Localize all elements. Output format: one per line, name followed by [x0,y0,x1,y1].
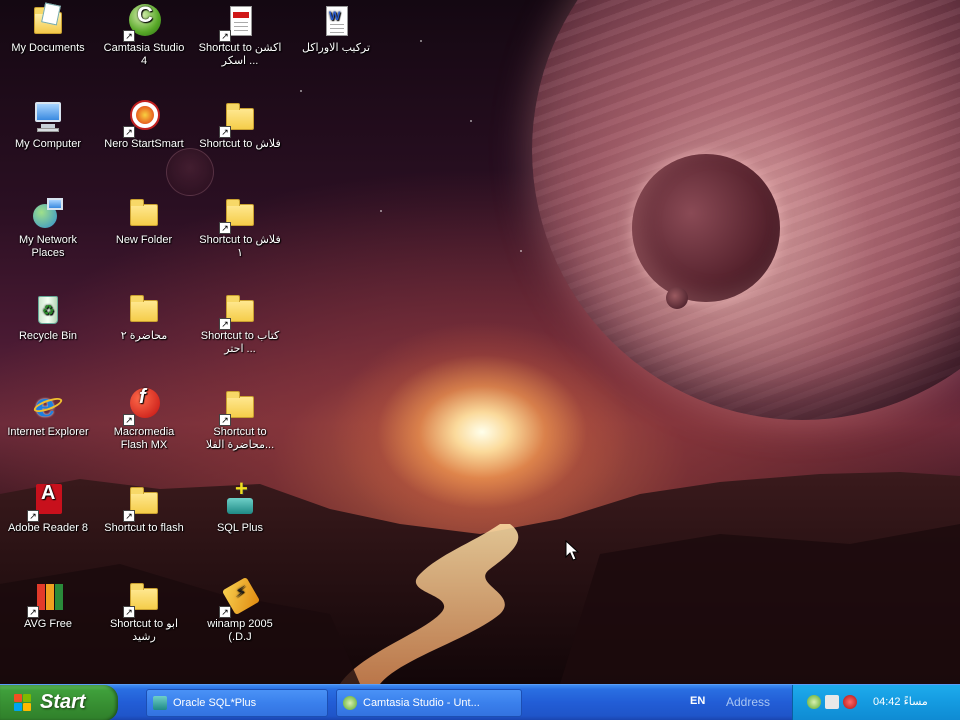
desktop-icon-lecture-2[interactable]: محاضرة ٢ [98,292,190,343]
desktop-icon-word-document[interactable]: W تركيب الاوراكل [290,4,382,55]
desktop-icon-winamp[interactable]: ⚡ ↗ winamp 2005 (.D.J [194,576,286,644]
desktop-icon-shortcut-flash-ar[interactable]: ↗ Shortcut to فلاش [194,100,286,151]
clock[interactable]: 04:42 مساءً [873,695,928,708]
wallpaper-moon [632,154,780,302]
icon-label: winamp 2005 (.D.J [207,618,273,643]
icon-label: AVG Free [23,618,73,630]
icon-label: Camtasia Studio 4 [103,42,185,67]
mouse-cursor-icon [565,540,580,561]
camtasia-icon: C ↗ [123,4,161,42]
icon-label: Recycle Bin [18,330,78,342]
icon-label: Shortcut to ابو رشيد [109,618,179,643]
network-tray-icon[interactable] [825,695,839,709]
icon-label: Internet Explorer [7,426,89,438]
desktop-icon-shortcut-abu-rashid[interactable]: ↗ Shortcut to ابو رشيد [98,580,190,644]
icon-label: Shortcut to محاضرة الفلا... [205,426,275,451]
antivirus-tray-icon[interactable] [843,695,857,709]
wallpaper-faint-planet [166,148,214,196]
desktop-icon-adobe-reader[interactable]: A ↗ Adobe Reader 8 [2,483,94,535]
desktop-icon-my-documents[interactable]: My Documents [2,2,94,55]
desktop-icon-shortcut-lecture[interactable]: ↗ Shortcut to محاضرة الفلا... [194,388,286,452]
desktop-icon-shortcut-to-flash[interactable]: ↗ Shortcut to flash [98,484,190,535]
desktop-icon-camtasia-studio[interactable]: C ↗ Camtasia Studio 4 [98,4,190,68]
internet-explorer-icon: e [31,388,65,422]
taskbar-button-camtasia[interactable]: Camtasia Studio - Unt... [336,689,522,717]
system-tray: 04:42 مساءً [792,685,960,720]
desktop-icon-my-computer[interactable]: My Computer [2,100,94,151]
desktop-icon-internet-explorer[interactable]: e Internet Explorer [2,388,94,439]
network-icon [31,196,65,230]
camtasia-icon [343,696,357,710]
icon-label: Shortcut to كتاب احتر ... [200,330,280,355]
icon-label: Shortcut to فلاش ١ [199,234,281,259]
desktop-icon-new-folder[interactable]: New Folder [98,196,190,247]
desktop-icon-shortcut-book[interactable]: ↗ Shortcut to كتاب احتر ... [194,292,286,356]
icon-label: Shortcut to اكشن اسكر ... [198,42,282,67]
icon-label: Shortcut to فلاش [199,138,281,150]
wallpaper-star [470,120,472,122]
recycle-bin-icon: ♻ [31,292,65,326]
address-toolbar-label[interactable]: Address [726,695,770,709]
adobe-reader-icon: A ↗ [27,483,65,522]
icon-label: New Folder [115,234,173,246]
folder-shortcut-icon: ↗ [123,580,161,618]
my-documents-icon [31,2,65,38]
desktop-icon-avg-free[interactable]: ↗ AVG Free [2,580,94,631]
language-indicator[interactable]: EN [690,695,705,707]
taskbar: Start Oracle SQL*Plus Camtasia Studio - … [0,684,960,720]
wallpaper-star [300,90,302,92]
desktop-icon-sql-plus[interactable]: + SQL Plus [194,478,286,535]
nero-icon: ↗ [123,100,161,138]
start-button[interactable]: Start [0,685,118,720]
desktop-icon-recycle-bin[interactable]: ♻ Recycle Bin [2,292,94,343]
icon-label: Macromedia Flash MX [113,426,175,451]
folder-shortcut-icon: ↗ [123,484,161,522]
task-label: Camtasia Studio - Unt... [363,697,480,709]
desktop-icon-shortcut-flash-1[interactable]: ↗ Shortcut to فلاش ١ [194,196,286,260]
sql-plus-icon: + [223,478,257,518]
camtasia-tray-icon[interactable] [807,695,821,709]
folder-icon [127,196,161,230]
icon-label: My Network Places [18,234,78,259]
start-label: Start [40,691,86,713]
pdf-icon: ↗ [219,4,257,42]
taskbar-button-oracle-sqlplus[interactable]: Oracle SQL*Plus [146,689,328,717]
icon-label: My Documents [11,42,85,54]
desktop-icon-shortcut-pdf[interactable]: ↗ Shortcut to اكشن اسكر ... [194,4,286,68]
icon-label: Adobe Reader 8 [7,522,89,534]
desktop-icon-nero-startsmart[interactable]: ↗ Nero StartSmart [98,100,190,151]
wallpaper-small-moon [666,287,688,309]
task-label: Oracle SQL*Plus [173,697,257,709]
folder-shortcut-icon: ↗ [219,196,257,234]
icon-label: My Computer [14,138,82,150]
windows-logo-icon [14,694,32,712]
wallpaper-star [420,40,422,42]
icon-label: محاضرة ٢ [120,330,168,342]
winamp-icon: ⚡ ↗ [219,576,261,618]
flash-icon: f ↗ [123,387,161,426]
icon-label: تركيب الاوراكل [301,42,371,54]
sql-plus-icon [153,696,167,710]
desktop-icon-my-network-places[interactable]: My Network Places [2,196,94,260]
wallpaper-star [520,250,522,252]
icon-label: SQL Plus [216,522,264,534]
icon-label: Shortcut to flash [104,522,184,534]
folder-shortcut-icon: ↗ [219,100,257,138]
avg-icon: ↗ [27,580,65,618]
my-computer-icon [31,100,65,134]
desktop-icon-macromedia-flash[interactable]: f ↗ Macromedia Flash MX [98,387,190,452]
folder-shortcut-icon: ↗ [219,388,257,426]
folder-icon [127,292,161,326]
wallpaper-star [380,210,382,212]
folder-shortcut-icon: ↗ [219,292,257,330]
word-document-icon: W [319,4,353,38]
icon-label: Nero StartSmart [104,138,184,150]
